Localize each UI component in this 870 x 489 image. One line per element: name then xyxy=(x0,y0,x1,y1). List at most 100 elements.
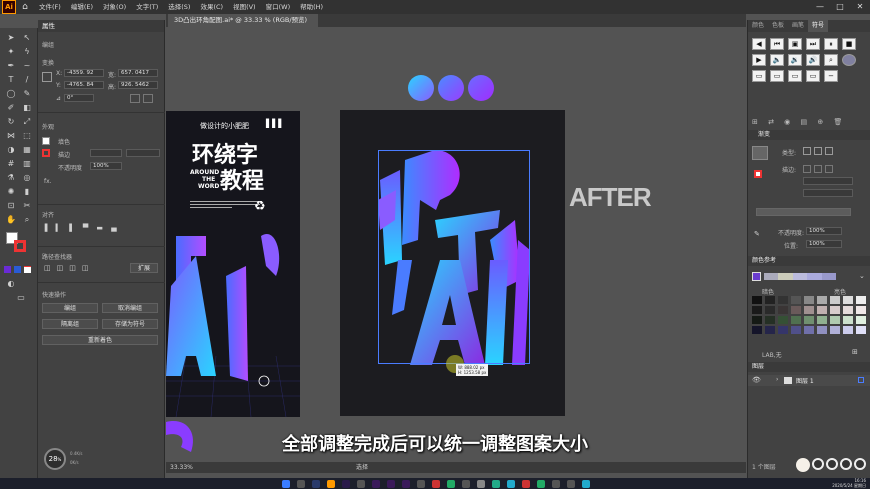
ps-icon[interactable] xyxy=(312,480,320,488)
line-tool-icon[interactable]: / xyxy=(20,74,34,86)
scale-tool-icon[interactable]: ⤢ xyxy=(20,116,34,128)
width-tool-icon[interactable]: ⋈ xyxy=(4,130,18,142)
app-icon-5[interactable] xyxy=(477,480,485,488)
menu-object[interactable]: 对象(O) xyxy=(98,0,131,14)
layer-row[interactable]: 👁 › 图层 1 xyxy=(748,375,870,386)
screen-mode-icon[interactable]: ▭ xyxy=(14,292,28,304)
menu-help[interactable]: 帮助(H) xyxy=(295,0,328,14)
stroke-weight-field[interactable] xyxy=(90,149,122,157)
poster-artboard-left[interactable]: 做设计的小肥肥 ▌▌▌ 环绕字 AROUND THE WORD 教程 ♻ xyxy=(166,111,300,417)
illustrator-icon[interactable] xyxy=(327,480,335,488)
symbol-tag-4[interactable]: ▭ xyxy=(806,70,820,82)
start-icon[interactable] xyxy=(282,480,290,488)
stroke-style-dropdown[interactable] xyxy=(126,149,160,157)
symbol-pin-icon[interactable] xyxy=(842,54,856,66)
freeform-gradient-icon[interactable] xyxy=(825,147,833,155)
magic-wand-icon[interactable]: ✦ xyxy=(4,46,18,58)
status-mode[interactable]: 选择 xyxy=(356,462,368,473)
home-icon[interactable]: ⌂ xyxy=(16,2,34,12)
app-icon-11[interactable] xyxy=(567,480,575,488)
radial-gradient-icon[interactable] xyxy=(814,147,822,155)
menu-select[interactable]: 选择(S) xyxy=(163,0,195,14)
eyedropper-small-icon[interactable]: ✎ xyxy=(754,230,760,238)
type-tool-icon[interactable]: T xyxy=(4,74,18,86)
gradient-circle-3[interactable] xyxy=(468,75,494,101)
fill-question-icon[interactable] xyxy=(42,137,50,145)
rotate-tool-icon[interactable]: ↻ xyxy=(4,116,18,128)
eyedropper-icon[interactable]: ⚗ xyxy=(4,172,18,184)
reference-point-icon[interactable] xyxy=(42,72,52,82)
symbol-tag-2[interactable]: ▭ xyxy=(770,70,784,82)
app-icon-12[interactable] xyxy=(582,480,590,488)
app-icon-7[interactable] xyxy=(507,480,515,488)
selection-bounding-box[interactable] xyxy=(378,150,530,364)
recolor-button[interactable]: 重新着色 xyxy=(42,335,158,345)
properties-tab[interactable]: 属性 xyxy=(38,20,164,32)
draw-mode-icon[interactable]: ◐ xyxy=(4,278,18,290)
perspective-grid-icon[interactable]: ▦ xyxy=(20,144,34,156)
ellipse-tool-icon[interactable]: ◯ xyxy=(4,88,18,100)
none-mode-icon[interactable] xyxy=(24,266,31,273)
angle-field[interactable]: 0° xyxy=(64,94,94,102)
zoom-tool-icon[interactable]: ⌕ xyxy=(20,214,34,226)
menu-edit[interactable]: 编辑(E) xyxy=(66,0,98,14)
artboard-tool-icon[interactable]: ⊡ xyxy=(4,200,18,212)
symbol-stop-icon[interactable]: ▣ xyxy=(788,38,802,50)
stroke-option-1[interactable] xyxy=(803,165,811,173)
symbol-back-icon[interactable]: ◀ xyxy=(752,38,766,50)
save-as-symbol-button[interactable]: 存储为符号 xyxy=(102,319,158,329)
app-icon-3[interactable] xyxy=(447,480,455,488)
menu-type[interactable]: 文字(T) xyxy=(131,0,163,14)
gradient-opacity-field[interactable]: 100% xyxy=(806,227,842,235)
tab-swatches[interactable]: 色板 xyxy=(768,20,788,32)
app-icon-6[interactable] xyxy=(492,480,500,488)
gradient-tool-icon[interactable]: ▥ xyxy=(20,158,34,170)
direct-selection-tool-icon[interactable]: ↖ xyxy=(20,32,34,44)
app-icon-8[interactable] xyxy=(522,480,530,488)
gradient-preview[interactable] xyxy=(752,146,768,160)
explorer-icon[interactable] xyxy=(357,480,365,488)
stroke-icon[interactable] xyxy=(42,149,50,157)
gradient-circle-1[interactable] xyxy=(408,75,434,101)
harmony-strip[interactable] xyxy=(764,273,837,280)
au-icon[interactable] xyxy=(387,480,395,488)
app-icon-9[interactable] xyxy=(537,480,545,488)
tab-brushes[interactable]: 画笔 xyxy=(788,20,808,32)
app-icon-4[interactable] xyxy=(462,480,470,488)
lasso-icon[interactable]: ϟ xyxy=(20,46,34,58)
symbol-sprayer-icon[interactable]: ✺ xyxy=(4,186,18,198)
blend-tool-icon[interactable]: ◎ xyxy=(20,172,34,184)
menu-window[interactable]: 窗口(W) xyxy=(261,0,296,14)
gradient-mode-icon[interactable] xyxy=(14,266,21,273)
symbol-volume-high-icon[interactable]: 🔊 xyxy=(806,54,820,66)
paintbrush-icon[interactable]: ✎ xyxy=(20,88,34,100)
ungroup-button[interactable]: 取消编组 xyxy=(102,303,158,313)
gradient-slider[interactable] xyxy=(756,208,851,216)
symbol-tag-3[interactable]: ▭ xyxy=(788,70,802,82)
symbol-tag-1[interactable]: ▭ xyxy=(752,70,766,82)
fx-button[interactable]: fx. xyxy=(44,178,52,185)
curvature-tool-icon[interactable]: ~ xyxy=(20,60,34,72)
zoom-level[interactable]: 33.33% xyxy=(170,462,193,473)
expand-layer-icon[interactable]: › xyxy=(776,376,778,383)
stroke-option-3[interactable] xyxy=(825,165,833,173)
hand-tool-icon[interactable]: ✋ xyxy=(4,214,18,226)
color-mode-icon[interactable] xyxy=(4,266,11,273)
symbol-square-icon[interactable]: ■ xyxy=(842,38,856,50)
free-transform-icon[interactable]: ⬚ xyxy=(20,130,34,142)
app-icon-10[interactable] xyxy=(552,480,560,488)
eraser-icon[interactable]: ◧ xyxy=(20,102,34,114)
taskbar-clock[interactable]: 16:16 2020/5/24 星期日 xyxy=(816,478,866,488)
align-icons-row[interactable]: ▐ ▍ ▌ ▀ ▬ ▄ xyxy=(42,224,120,232)
graph-tool-icon[interactable]: ▮ xyxy=(20,186,34,198)
symbol-volume-icon[interactable]: 🔈 xyxy=(770,54,784,66)
group-button[interactable]: 编组 xyxy=(42,303,98,313)
search-icon[interactable] xyxy=(297,480,305,488)
isolate-group-button[interactable]: 隔离组 xyxy=(42,319,98,329)
menu-view[interactable]: 视图(V) xyxy=(228,0,261,14)
linear-gradient-icon[interactable] xyxy=(803,147,811,155)
tab-symbols[interactable]: 符号 xyxy=(808,20,829,32)
eye-icon[interactable]: 👁 xyxy=(752,376,761,384)
x-field[interactable]: -4359. 92 xyxy=(64,69,104,77)
tab-color[interactable]: 颜色 xyxy=(748,20,768,32)
